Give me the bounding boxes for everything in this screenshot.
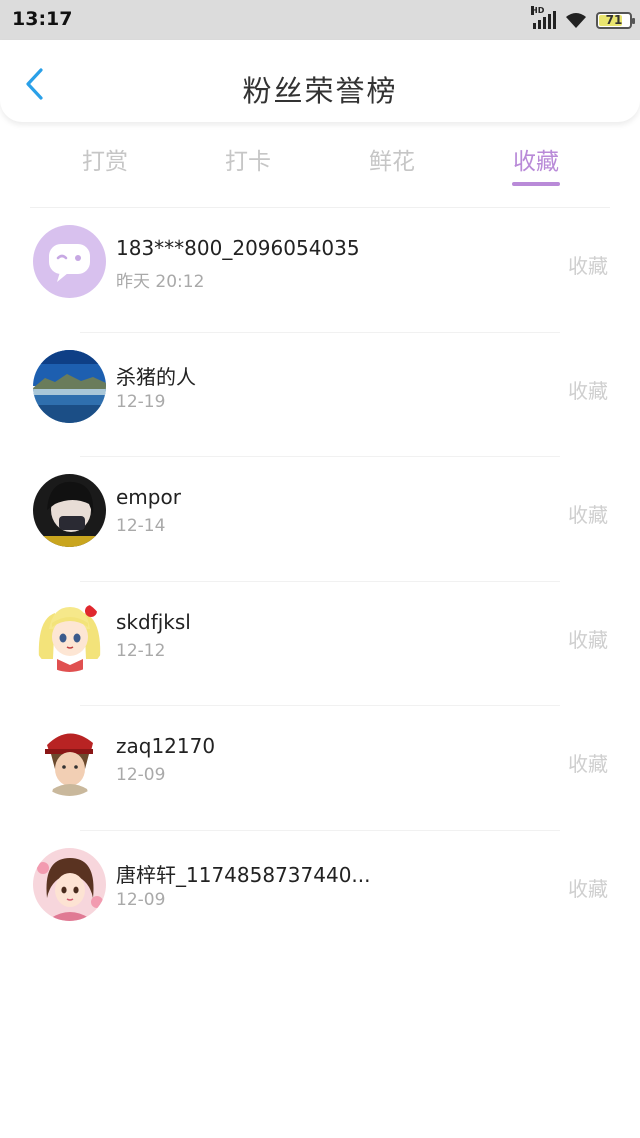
boy-red-cap-avatar-icon — [33, 723, 106, 797]
fan-date: 12-19 — [116, 391, 166, 412]
wifi-icon — [566, 13, 586, 28]
active-tab-indicator — [512, 182, 560, 186]
avatar — [33, 847, 106, 921]
fan-name: 杀猪的人 — [116, 364, 196, 389]
avatar — [33, 598, 106, 672]
favorite-label: 收藏 — [568, 627, 608, 652]
fan-name: skdfjksl — [116, 609, 191, 634]
status-bar: 13:17 HD 71 — [0, 0, 640, 40]
fan-date: 12-12 — [116, 640, 166, 661]
list-item[interactable]: 183***800_2096054035 昨天 20:12 收藏 — [0, 208, 640, 333]
favorite-label: 收藏 — [568, 378, 608, 403]
avatar — [33, 723, 106, 797]
landscape-lake-avatar-icon — [33, 349, 106, 423]
signal-icon: HD — [531, 6, 556, 29]
favorite-label: 收藏 — [568, 254, 608, 278]
fan-date: 12-09 — [116, 889, 166, 910]
status-icons: HD 71 — [531, 6, 635, 31]
fan-name: 唐梓轩_1174858737440... — [116, 862, 371, 887]
tab-label: 收藏 — [513, 149, 559, 175]
list-item[interactable]: skdfjksl 12-12 收藏 — [0, 582, 640, 707]
fan-date: 昨天 20:12 — [116, 272, 205, 292]
battery-tip — [632, 17, 635, 24]
tab-label: 打赏 — [82, 149, 128, 175]
avatar — [33, 225, 106, 298]
battery-icon: 71 — [596, 11, 635, 29]
favorite-label: 收藏 — [568, 503, 608, 528]
avatar — [33, 474, 106, 548]
list-item[interactable]: zaq12170 12-09 收藏 — [0, 706, 640, 831]
tab-reward[interactable]: 打赏 — [55, 142, 155, 176]
list-item[interactable]: 唐梓轩_1174858737440... 12-09 收藏 — [0, 831, 640, 956]
tab-bar: 打赏 打卡 鲜花 收藏 — [0, 128, 640, 190]
list-item[interactable]: 杀猪的人 12-19 收藏 — [0, 333, 640, 458]
battery-level: 71 — [605, 13, 623, 27]
fan-date: 12-14 — [116, 516, 166, 537]
anime-sailor-avatar-icon — [33, 598, 106, 672]
tab-flowers[interactable]: 鲜花 — [342, 142, 442, 176]
list-item[interactable]: empor 12-14 收藏 — [0, 457, 640, 582]
fan-name: empor — [116, 485, 181, 510]
network-type-label: HD — [531, 6, 545, 15]
tab-label: 打卡 — [225, 149, 271, 175]
fan-name: 183***800_2096054035 — [116, 236, 360, 260]
favorite-label: 收藏 — [568, 752, 608, 777]
tab-label: 鲜花 — [369, 149, 415, 175]
cartoon-girl-avatar-icon — [33, 847, 106, 921]
status-time: 13:17 — [12, 8, 73, 30]
page-title: 粉丝荣誉榜 — [242, 74, 398, 108]
favorite-label: 收藏 — [568, 876, 608, 901]
header: 粉丝荣誉榜 — [0, 40, 640, 122]
avatar — [33, 349, 106, 423]
fan-date: 12-09 — [116, 765, 166, 786]
girl-photo-avatar-icon — [33, 474, 106, 548]
tab-checkin[interactable]: 打卡 — [198, 142, 298, 176]
fan-list: 183***800_2096054035 昨天 20:12 收藏 杀猪的人 12… — [0, 208, 640, 956]
fan-name: zaq12170 — [116, 734, 216, 759]
tab-favorites[interactable]: 收藏 — [486, 142, 586, 186]
default-chat-avatar-icon — [33, 225, 106, 298]
